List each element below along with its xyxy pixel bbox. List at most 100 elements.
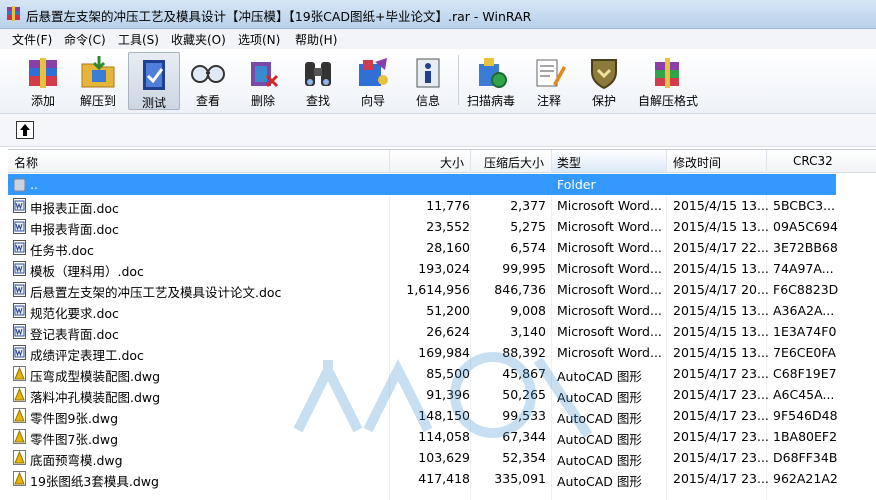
file-name: 成绩评定表理工.doc (30, 348, 144, 363)
file-type: Microsoft Word... (557, 345, 662, 360)
file-packed-size: 99,533 (502, 408, 546, 423)
find-label: 查找 (305, 94, 330, 108)
delete-button[interactable]: 删除 (238, 51, 288, 109)
file-packed-size: 99,995 (502, 261, 546, 276)
file-crc32: 5BCBC3... (773, 198, 835, 213)
column-crc32[interactable]: CRC32 (793, 154, 833, 168)
file-modified: 2015/4/15 13... (673, 324, 769, 339)
delete-icon (251, 62, 279, 88)
file-crc32: 7E6CE0FA (773, 345, 836, 360)
file-name: 零件图7张.dwg (30, 432, 119, 447)
file-row[interactable]: 规范化要求.doc 51,200 9,008 Microsoft Word... 201… (8, 300, 876, 321)
archive-books-icon (29, 58, 57, 88)
menu-commands[interactable]: 命令(C) (64, 31, 106, 48)
find-button[interactable]: 查找 (293, 51, 343, 109)
add-button[interactable]: 添加 (18, 51, 68, 109)
menu-file[interactable]: 文件(F) (12, 31, 52, 48)
info-button[interactable]: 信息 (403, 51, 453, 109)
autocad-dwg-icon (13, 387, 26, 402)
column-divider[interactable] (666, 150, 667, 172)
file-type: Microsoft Word... (557, 240, 662, 255)
file-crc32: F6C8823D (773, 282, 839, 297)
virus-scan-icon (479, 58, 507, 88)
file-crc32: 9F546D48 (773, 408, 838, 423)
view-button[interactable]: 查看 (183, 51, 233, 109)
file-size: 11,776 (426, 198, 470, 213)
address-bar (0, 114, 876, 147)
autocad-dwg-icon (13, 366, 26, 381)
test-button[interactable]: 测试 (128, 52, 180, 110)
file-row[interactable]: 模板（理科用）.doc 193,024 99,995 Microsoft Word..… (8, 258, 876, 279)
file-crc32: A36A2A... (773, 303, 835, 318)
info-icon (416, 58, 440, 88)
winrar-app-icon[interactable] (6, 6, 21, 21)
comment-icon (536, 59, 566, 87)
scan-virus-label: 扫描病毒 (466, 94, 515, 108)
file-size: 23,552 (426, 219, 470, 234)
file-row[interactable]: 后悬置左支架的冲压工艺及模具设计论文.doc 1,614,956 846,736 Mi… (8, 279, 876, 300)
file-row[interactable]: 申报表背面.doc 23,552 5,275 Microsoft Word... 201… (8, 216, 876, 237)
file-modified: 2015/4/15 13... (673, 303, 769, 318)
menu-tools[interactable]: 工具(S) (118, 31, 159, 48)
extract-folder-icon (81, 56, 115, 88)
title-bar: 后悬置左支架的冲压工艺及模具设计【冲压模】【19张CAD图纸+毕业论文】.rar… (0, 0, 876, 29)
file-name: 任务书.doc (30, 243, 94, 258)
file-type: AutoCAD 图形 (557, 432, 642, 447)
up-arrow-icon (20, 124, 30, 136)
file-type: Microsoft Word... (557, 303, 662, 318)
folder-up-icon (13, 178, 26, 192)
column-divider[interactable] (389, 150, 390, 172)
scan-virus-button[interactable]: 扫描病毒 (466, 51, 516, 109)
up-folder-button[interactable] (16, 121, 34, 139)
parent-folder-row[interactable]: .. Folder (8, 174, 836, 195)
file-row[interactable]: 零件图9张.dwg 148,150 99,533 AutoCAD 图形 2015/4/1… (8, 405, 876, 426)
autocad-dwg-icon (13, 408, 26, 423)
extract-to-button[interactable]: 解压到 (73, 51, 123, 109)
menu-help[interactable]: 帮助(H) (295, 31, 337, 48)
menu-favorites[interactable]: 收藏夹(O) (171, 31, 226, 48)
comment-button[interactable]: 注释 (524, 51, 574, 109)
file-row[interactable]: 任务书.doc 28,160 6,574 Microsoft Word... 2015/… (8, 237, 876, 258)
word-doc-icon (13, 198, 26, 213)
autocad-dwg-icon (13, 471, 26, 486)
wizard-button[interactable]: 向导 (348, 51, 398, 109)
column-divider[interactable] (766, 150, 767, 172)
file-row[interactable]: 19张图纸3套模具.dwg 417,418 335,091 AutoCAD 图形 201… (8, 468, 876, 489)
menu-options[interactable]: 选项(N) (238, 31, 280, 48)
file-row[interactable]: 压弯成型模装配图.dwg 85,500 45,867 AutoCAD 图形 2015/4… (8, 363, 876, 384)
file-size: 1,614,956 (406, 282, 470, 297)
sfx-button[interactable]: 自解压格式 (638, 51, 698, 109)
file-row[interactable]: 零件图7张.dwg 114,058 67,344 AutoCAD 图形 2015/4/1… (8, 426, 876, 447)
column-size[interactable]: 大小 (440, 154, 464, 171)
column-type[interactable]: 类型 (557, 154, 581, 171)
file-row[interactable]: 登记表背面.doc 26,624 3,140 Microsoft Word... 201… (8, 321, 876, 342)
file-row[interactable]: 成绩评定表理工.doc 169,984 88,392 Microsoft Word..… (8, 342, 876, 363)
word-doc-icon (13, 261, 26, 276)
file-row[interactable]: 底面预弯模.dwg 103,629 52,354 AutoCAD 图形 2015/4/1… (8, 447, 876, 468)
file-crc32: C68F19E7 (773, 366, 837, 381)
file-name: 申报表背面.doc (30, 222, 119, 237)
file-type: Microsoft Word... (557, 261, 662, 276)
file-list[interactable]: 名称 大小 压缩后大小 类型 修改时间 CRC32 .. Folder 申报表正… (8, 149, 876, 500)
file-packed-size: 6,574 (510, 240, 546, 255)
file-modified: 2015/4/17 23... (673, 408, 769, 423)
file-packed-size: 2,377 (510, 198, 546, 213)
file-packed-size: 45,867 (502, 366, 546, 381)
file-type: Microsoft Word... (557, 219, 662, 234)
file-row[interactable]: 落料冲孔模装配图.dwg 91,396 50,265 AutoCAD 图形 2015/4… (8, 384, 876, 405)
column-divider[interactable] (470, 150, 471, 172)
column-modified[interactable]: 修改时间 (673, 154, 721, 171)
file-type: AutoCAD 图形 (557, 474, 642, 489)
menu-bar: 文件(F) 命令(C) 工具(S) 收藏夹(O) 选项(N) 帮助(H) (0, 29, 876, 49)
file-packed-size: 52,354 (502, 450, 546, 465)
info-label: 信息 (415, 94, 440, 108)
column-name[interactable]: 名称 (14, 154, 38, 171)
file-row[interactable]: 申报表正面.doc 11,776 2,377 Microsoft Word... 201… (8, 195, 876, 216)
file-size: 91,396 (426, 387, 470, 402)
word-doc-icon (13, 303, 26, 318)
toolbar-separator (458, 55, 459, 105)
column-packed-size[interactable]: 压缩后大小 (484, 154, 544, 171)
file-size: 148,150 (418, 408, 470, 423)
file-packed-size: 50,265 (502, 387, 546, 402)
protect-button[interactable]: 保护 (579, 51, 629, 109)
